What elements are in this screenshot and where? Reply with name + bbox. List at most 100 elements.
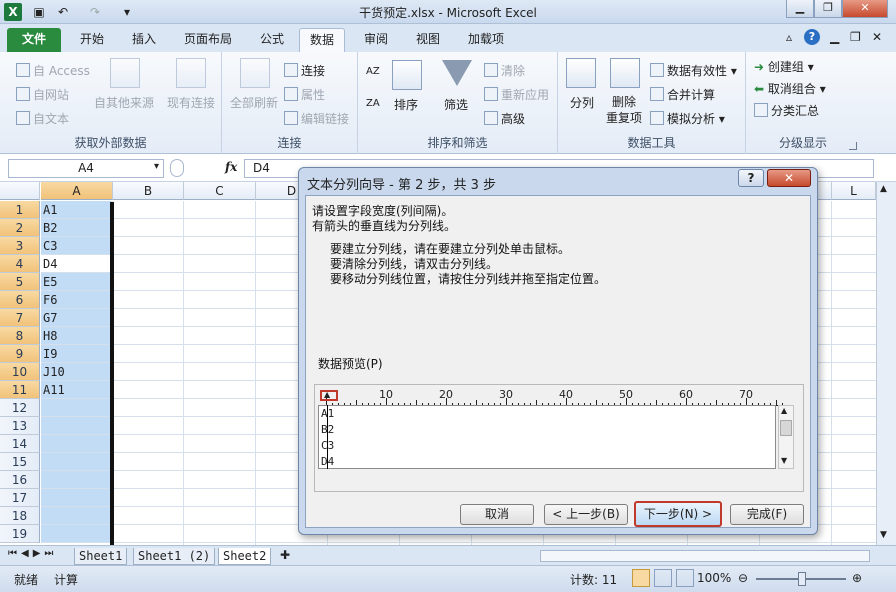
row-header-16[interactable]: 16 <box>0 471 40 489</box>
row-header-14[interactable]: 14 <box>0 435 40 453</box>
row-header-19[interactable]: 19 <box>0 525 40 543</box>
cell-a16[interactable] <box>41 471 112 489</box>
next-button[interactable]: 下一步(N) > <box>634 501 722 527</box>
row-header-7[interactable]: 7 <box>0 309 40 327</box>
column-ruler[interactable]: 10 20 30 40 50 60 70 <box>316 388 783 406</box>
column-break-line[interactable] <box>327 405 328 469</box>
cell-a10[interactable]: J10 <box>41 363 112 381</box>
insert-sheet-icon[interactable]: ✚ <box>280 548 290 562</box>
existing-connections-button[interactable]: 现有连接 <box>167 94 215 111</box>
cell-a18[interactable] <box>41 507 112 525</box>
consolidate-button[interactable]: 合并计算 <box>650 86 715 103</box>
connections-button[interactable]: 连接 <box>284 62 325 79</box>
cell-a7[interactable]: G7 <box>41 309 112 327</box>
row-header-4[interactable]: 4 <box>0 255 40 273</box>
tab-view[interactable]: 视图 <box>406 28 450 52</box>
row-header-17[interactable]: 17 <box>0 489 40 507</box>
tab-home[interactable]: 开始 <box>70 28 114 52</box>
row-header-3[interactable]: 3 <box>0 237 40 255</box>
edit-links-button[interactable]: 编辑链接 <box>284 110 349 127</box>
group-button[interactable]: ➜ 创建组 ▾ <box>754 58 814 75</box>
finish-button[interactable]: 完成(F) <box>730 504 804 525</box>
sheet-tab[interactable]: Sheet1 <box>74 548 128 565</box>
row-header-1[interactable]: 1 <box>0 201 40 219</box>
preview-scroll-up-icon[interactable]: ▲ <box>781 406 787 415</box>
clear-filter-button[interactable]: 清除 <box>484 62 525 79</box>
sheet-tab-active[interactable]: Sheet2 <box>218 548 272 565</box>
normal-view-icon[interactable] <box>632 569 650 587</box>
workbook-close-icon[interactable]: ✕ <box>872 30 882 44</box>
column-header-l[interactable]: L <box>832 182 876 200</box>
zoom-out-icon[interactable]: ⊖ <box>738 571 748 585</box>
horizontal-scrollbar[interactable] <box>540 550 870 562</box>
vertical-scrollbar[interactable]: ▲ ▼ <box>876 182 896 545</box>
row-header-11[interactable]: 11 <box>0 381 40 399</box>
workbook-restore-icon[interactable]: ❐ <box>850 30 861 44</box>
cell-a3[interactable]: C3 <box>41 237 112 255</box>
column-header-c[interactable]: C <box>184 182 256 200</box>
ungroup-button[interactable]: ⬅ 取消组合 ▾ <box>754 80 826 97</box>
preview-scrollbar[interactable]: ▲ ▼ <box>778 405 794 469</box>
cell-a2[interactable]: B2 <box>41 219 112 237</box>
tab-insert[interactable]: 插入 <box>122 28 166 52</box>
from-web-button[interactable]: 自网站 <box>16 86 69 103</box>
tab-addins[interactable]: 加载项 <box>458 28 514 52</box>
page-break-view-icon[interactable] <box>676 569 694 587</box>
cell-a11[interactable]: A11 <box>41 381 112 399</box>
name-box-dropdown-icon[interactable]: ▾ <box>154 161 159 172</box>
preview-scroll-thumb[interactable] <box>780 420 792 436</box>
cell-a14[interactable] <box>41 435 112 453</box>
tab-page-layout[interactable]: 页面布局 <box>174 28 242 52</box>
row-header-6[interactable]: 6 <box>0 291 40 309</box>
filter-button[interactable]: 筛选 <box>444 96 468 113</box>
cell-a1[interactable]: A1 <box>41 201 112 219</box>
dialog-help-button[interactable]: ? <box>738 169 764 187</box>
cell-a8[interactable]: H8 <box>41 327 112 345</box>
cell-a9[interactable]: I9 <box>41 345 112 363</box>
what-if-button[interactable]: 模拟分析 ▾ <box>650 110 725 127</box>
from-access-button[interactable]: 自 Access <box>16 62 90 79</box>
back-button[interactable]: < 上一步(B) <box>544 504 628 525</box>
row-header-5[interactable]: 5 <box>0 273 40 291</box>
cell-a15[interactable] <box>41 453 112 471</box>
cell-a13[interactable] <box>41 417 112 435</box>
properties-button[interactable]: 属性 <box>284 86 325 103</box>
sort-asc-button[interactable]: AZ <box>366 66 380 77</box>
zoom-slider-thumb[interactable] <box>798 572 806 586</box>
sheet-nav-icons[interactable]: ⏮◀▶⏭ <box>8 548 57 559</box>
minimize-ribbon-icon[interactable]: ▵ <box>786 30 792 44</box>
reapply-button[interactable]: 重新应用 <box>484 86 549 103</box>
minimize-button[interactable]: ▁ <box>786 0 814 18</box>
subtotal-button[interactable]: 分类汇总 <box>754 102 819 119</box>
row-header-9[interactable]: 9 <box>0 345 40 363</box>
row-header-18[interactable]: 18 <box>0 507 40 525</box>
cell-a12[interactable] <box>41 399 112 417</box>
from-text-button[interactable]: 自文本 <box>16 110 69 127</box>
zoom-level[interactable]: 100% <box>697 571 731 585</box>
column-header-a[interactable]: A <box>41 182 113 200</box>
data-preview[interactable]: A1B2C3D4 <box>318 405 776 469</box>
scroll-down-icon[interactable]: ▼ <box>880 530 887 540</box>
data-validation-button[interactable]: 数据有效性 ▾ <box>650 62 737 79</box>
insert-function-button[interactable]: fx <box>225 160 237 174</box>
help-icon[interactable]: ? <box>804 29 820 45</box>
other-sources-button[interactable]: 自其他来源 <box>94 94 154 111</box>
preview-scroll-down-icon[interactable]: ▼ <box>781 456 787 465</box>
row-header-13[interactable]: 13 <box>0 417 40 435</box>
tab-review[interactable]: 审阅 <box>354 28 398 52</box>
select-all-corner[interactable] <box>0 182 40 200</box>
scroll-up-icon[interactable]: ▲ <box>880 184 887 194</box>
row-header-15[interactable]: 15 <box>0 453 40 471</box>
row-header-8[interactable]: 8 <box>0 327 40 345</box>
sort-desc-button[interactable]: ZA <box>366 98 380 109</box>
break-arrow-icon[interactable]: ▲ <box>324 390 330 399</box>
name-box[interactable]: A4 <box>8 159 164 178</box>
cell-a6[interactable]: F6 <box>41 291 112 309</box>
tab-formulas[interactable]: 公式 <box>250 28 294 52</box>
refresh-all-button[interactable]: 全部刷新 <box>230 94 278 111</box>
zoom-in-icon[interactable]: ⊕ <box>852 571 862 585</box>
page-layout-view-icon[interactable] <box>654 569 672 587</box>
tab-data[interactable]: 数据 <box>299 28 346 52</box>
restore-button[interactable]: ❐ <box>814 0 842 18</box>
dialog-close-button[interactable]: ✕ <box>767 169 811 187</box>
